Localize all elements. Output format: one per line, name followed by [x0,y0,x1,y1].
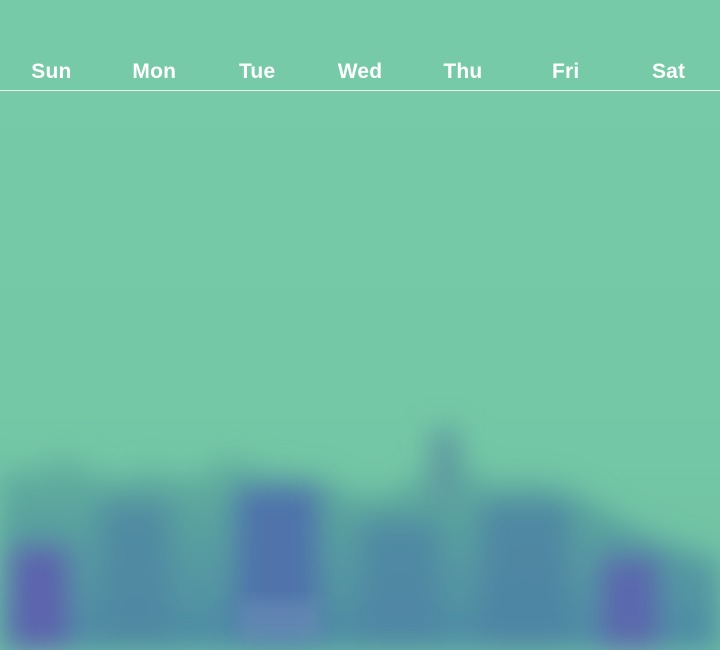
calendar-grid-area[interactable] [0,92,720,650]
weekday-mon: Mon [132,60,177,83]
weekday-sat: Sat [651,60,686,83]
weekday-tue: Tue [238,60,276,83]
weekday-wed: Wed [337,60,383,83]
weekday-header: Sun Mon Tue Wed Thu Fri Sat [0,0,720,91]
weekday-sun: Sun [31,60,72,83]
weekday-thu: Thu [443,60,483,83]
weekday-fri: Fri [552,60,580,83]
